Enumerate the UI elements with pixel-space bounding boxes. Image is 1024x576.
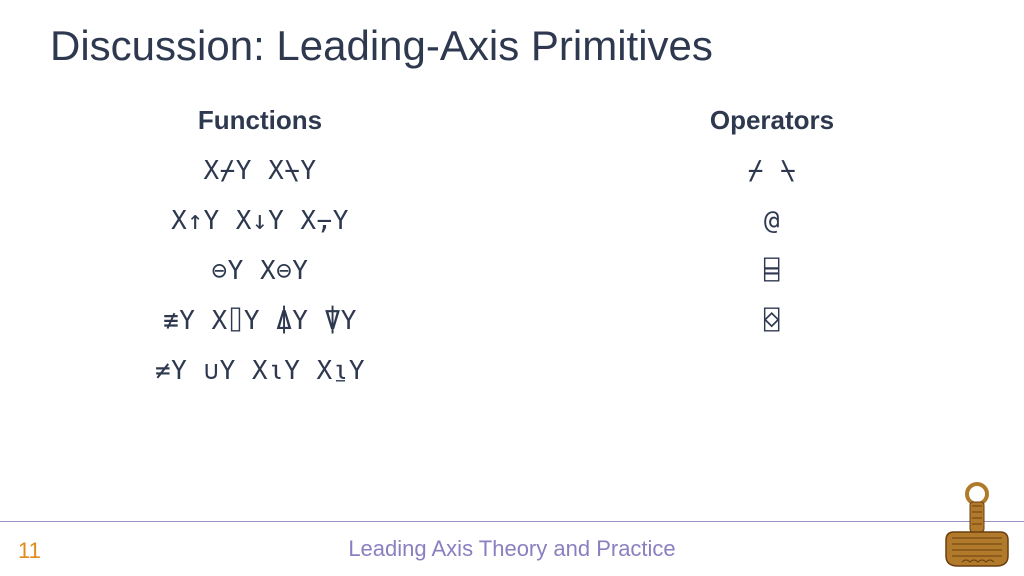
content-area: Functions X⌿Y X⍀Y X↑Y X↓Y X⍪Y ⊖Y X⊖Y ≢Y … xyxy=(0,105,1024,396)
operators-row: ⌸ xyxy=(764,258,780,284)
functions-row: X↑Y X↓Y X⍪Y xyxy=(171,208,349,234)
slide-title: Discussion: Leading-Axis Primitives xyxy=(50,22,713,70)
operators-row: @ xyxy=(764,208,780,234)
functions-row: ≢Y X⌷Y ⍋Y ⍒Y xyxy=(163,308,357,334)
footer-title: Leading Axis Theory and Practice xyxy=(348,536,675,562)
page-number: 11 xyxy=(18,538,41,564)
functions-heading: Functions xyxy=(198,105,322,136)
slide: Discussion: Leading-Axis Primitives Func… xyxy=(0,0,1024,576)
operators-column: Operators ⌿ ⍀ @ ⌸ ⌺ xyxy=(520,105,1024,396)
functions-column: Functions X⌿Y X⍀Y X↑Y X↓Y X⍪Y ⊖Y X⊖Y ≢Y … xyxy=(0,105,520,396)
functions-row: X⌿Y X⍀Y xyxy=(203,158,316,184)
functions-row: ≠Y ∪Y X⍳Y X⍸Y xyxy=(155,358,365,384)
functions-row: ⊖Y X⊖Y xyxy=(212,258,309,284)
operators-row: ⌺ xyxy=(764,308,780,334)
operators-row: ⌿ ⍀ xyxy=(748,158,796,184)
footer-bar: Leading Axis Theory and Practice xyxy=(0,521,1024,576)
operators-heading: Operators xyxy=(710,105,834,136)
hammer-icon xyxy=(942,482,1012,570)
